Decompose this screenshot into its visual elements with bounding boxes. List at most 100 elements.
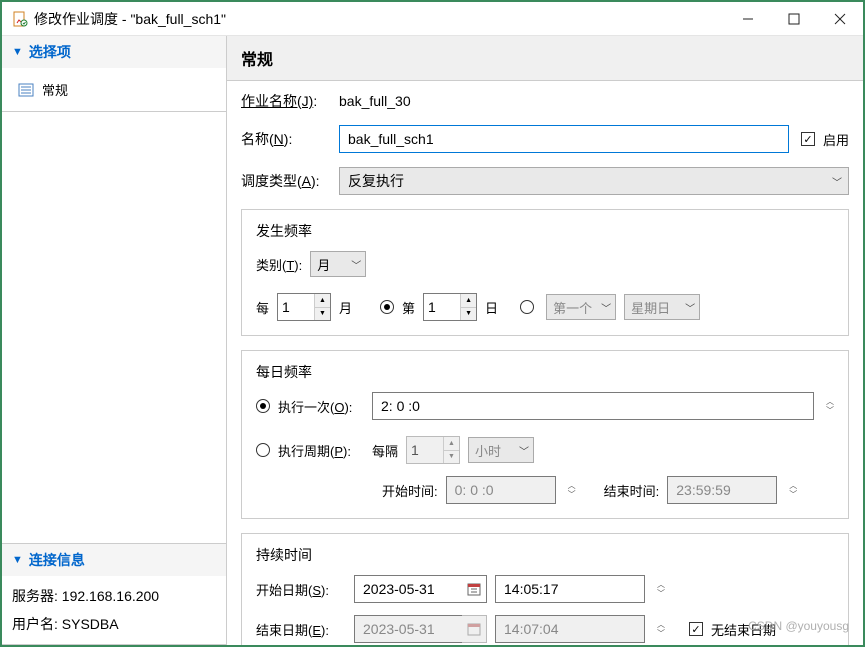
freq-type-select[interactable]: 月 ﹀ <box>310 251 366 277</box>
freq-ordinal-value: 第一个 <box>553 298 592 317</box>
freq-every-label: 每 <box>256 298 269 317</box>
schedule-type-row: 调度类型(A): 反复执行 ﹀ <box>241 167 849 195</box>
daily-every-spinner: ▲▼ <box>406 436 460 464</box>
window-root: 修改作业调度 - "bak_full_sch1" ▼ 选择项 常规 <box>0 0 865 647</box>
frequency-legend: 发生频率 <box>250 221 318 241</box>
spin-down-icon: ﹀ <box>789 491 797 499</box>
daily-unit-value: 小时 <box>475 441 501 460</box>
start-date-label: 开始日期(S): <box>256 580 346 599</box>
freq-nth-spinner[interactable]: ▲▼ <box>423 293 477 321</box>
freq-every-input[interactable] <box>278 294 314 320</box>
daily-period-radio[interactable]: 执行周期(P): <box>256 441 364 460</box>
daily-start-label: 开始时间: <box>382 481 438 500</box>
user-value: SYSDBA <box>62 616 119 632</box>
spin-down-icon[interactable]: ▼ <box>461 308 476 321</box>
spin-up-icon: ︿ <box>568 482 576 490</box>
daily-end-spinner: ︿﹀ <box>789 482 797 499</box>
window-title: 修改作业调度 - "bak_full_sch1" <box>34 9 725 29</box>
radio-icon <box>380 300 394 314</box>
job-name-value: bak_full_30 <box>339 93 411 109</box>
chevron-down-icon: ﹀ <box>685 300 695 315</box>
close-button[interactable] <box>817 3 863 35</box>
spin-up-icon[interactable]: ︿ <box>657 581 665 589</box>
daily-once-label: 执行一次(O): <box>278 397 352 416</box>
spin-down-icon[interactable]: ﹀ <box>826 407 834 415</box>
name-label: 名称(N): <box>241 129 327 149</box>
connection-server-row: 服务器: 192.168.16.200 <box>12 582 216 610</box>
job-name-row: 作业名称(J): bak_full_30 <box>241 91 849 111</box>
enable-checkbox[interactable]: ✓ 启用 <box>801 130 849 149</box>
freq-day-unit: 日 <box>485 298 498 317</box>
freq-weekday-select[interactable]: 星期日 ﹀ <box>624 294 700 320</box>
chevron-down-icon: ﹀ <box>832 174 842 189</box>
name-input[interactable] <box>339 125 789 153</box>
daily-every-label: 每隔 <box>372 441 398 460</box>
spin-down-icon: ▼ <box>444 451 459 464</box>
freq-nth-input[interactable] <box>424 294 460 320</box>
connection-user-row: 用户名: SYSDBA <box>12 610 216 638</box>
sidebar-section-connection-title: 连接信息 <box>29 550 85 570</box>
freq-type-value: 月 <box>317 255 330 274</box>
chevron-down-icon: ﹀ <box>601 300 611 315</box>
sidebar-section-options-title: 选择项 <box>29 42 71 62</box>
name-row: 名称(N): ✓ 启用 <box>241 125 849 153</box>
daily-legend: 每日频率 <box>250 362 318 382</box>
daily-start-spinner: ︿﹀ <box>568 482 576 499</box>
freq-weekday-radio[interactable] <box>520 300 538 314</box>
server-label: 服务器: <box>12 588 58 604</box>
frequency-fieldset: 发生频率 类别(T): 月 ﹀ 每 ▲▼ 月 <box>241 209 849 336</box>
spin-down-icon[interactable]: ﹀ <box>657 590 665 598</box>
schedule-type-select[interactable]: 反复执行 ﹀ <box>339 167 849 195</box>
daily-end-label: 结束时间: <box>604 481 660 500</box>
freq-type-label: 类别(T): <box>256 255 302 274</box>
start-date-input[interactable] <box>354 575 462 603</box>
maximize-button[interactable] <box>771 3 817 35</box>
daily-every-input <box>407 437 443 463</box>
daily-once-spinner[interactable]: ︿﹀ <box>826 398 834 415</box>
sidebar-section-connection-header[interactable]: ▼ 连接信息 <box>2 544 226 576</box>
freq-ordinal-select[interactable]: 第一个 ﹀ <box>546 294 616 320</box>
sidebar-section-options-header[interactable]: ▼ 选择项 <box>2 36 226 68</box>
end-date-input <box>354 615 462 643</box>
sidebar-section-options: ▼ 选择项 常规 <box>2 36 226 112</box>
freq-nth-radio[interactable]: 第 <box>380 298 415 317</box>
daily-start-input <box>446 476 556 504</box>
end-time-input <box>495 615 645 643</box>
freq-month-unit: 月 <box>339 298 352 317</box>
freq-every-spinner[interactable]: ▲▼ <box>277 293 331 321</box>
list-icon <box>18 82 34 98</box>
window-controls <box>725 3 863 35</box>
start-time-spinner[interactable]: ︿﹀ <box>657 581 665 598</box>
daily-fieldset: 每日频率 执行一次(O): ︿﹀ 执行周期(P): <box>241 350 849 519</box>
start-date-picker-button[interactable] <box>462 575 487 603</box>
calendar-icon <box>467 582 481 596</box>
sidebar-item-label: 常规 <box>42 80 68 99</box>
schedule-type-label: 调度类型(A): <box>241 171 327 191</box>
spin-down-icon: ﹀ <box>568 491 576 499</box>
sidebar: ▼ 选择项 常规 ▼ 连接信息 <box>2 36 227 645</box>
spin-down-icon: ﹀ <box>657 630 665 638</box>
minimize-button[interactable] <box>725 3 771 35</box>
schedule-type-value: 反复执行 <box>348 171 404 191</box>
sidebar-item-general[interactable]: 常规 <box>2 74 226 105</box>
daily-once-radio[interactable]: 执行一次(O): <box>256 397 364 416</box>
job-name-label: 作业名称(J): <box>241 91 327 111</box>
spin-down-icon[interactable]: ▼ <box>315 308 330 321</box>
end-date-picker-button <box>462 615 487 643</box>
chevron-down-icon: ▼ <box>12 46 23 58</box>
daily-once-input[interactable] <box>372 392 814 420</box>
checkbox-icon: ✓ <box>689 622 703 636</box>
start-time-input[interactable] <box>495 575 645 603</box>
spin-up-icon: ︿ <box>657 621 665 629</box>
form: 作业名称(J): bak_full_30 名称(N): ✓ 启用 调度类型(A)… <box>227 81 863 645</box>
spin-up-icon[interactable]: ︿ <box>826 398 834 406</box>
radio-icon <box>256 443 270 457</box>
end-date-label: 结束日期(E): <box>256 620 346 639</box>
spin-up-icon[interactable]: ▲ <box>315 294 330 308</box>
spin-up-icon: ▲ <box>444 437 459 451</box>
watermark: CSDN @youyousg <box>748 619 849 633</box>
server-value: 192.168.16.200 <box>62 588 159 604</box>
spin-up-icon[interactable]: ▲ <box>461 294 476 308</box>
duration-legend: 持续时间 <box>250 545 318 565</box>
user-label: 用户名: <box>12 616 58 632</box>
